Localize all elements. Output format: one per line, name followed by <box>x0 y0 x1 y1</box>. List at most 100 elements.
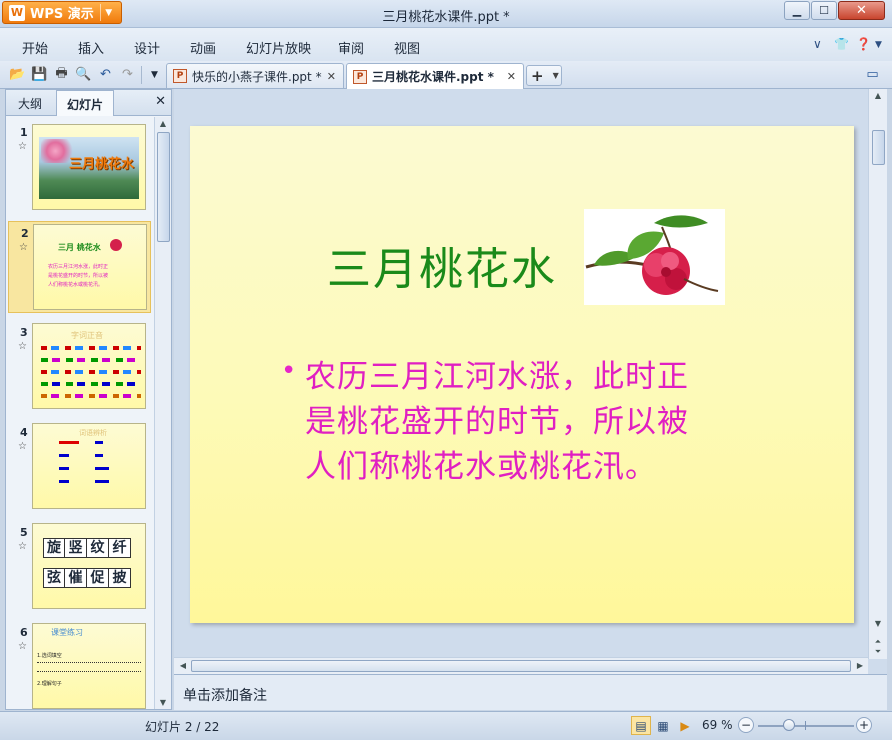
open-folder-icon[interactable]: 📂 <box>9 66 26 83</box>
scroll-up-icon[interactable]: ▲ <box>155 119 171 128</box>
slide-thumbnail-list: 1 ☆ 三月桃花水 2 ☆ 三月 桃花水 农历三月江河水涨，此时正 是桃花盛开的… <box>6 117 153 709</box>
normal-view-icon[interactable]: ▤ <box>631 716 651 735</box>
slide-title: 三月 桃花水 <box>58 243 101 252</box>
editor-vertical-scrollbar[interactable]: ▲ ▼ ⏶ ⏷ <box>868 89 887 659</box>
slide-sorter-view-icon[interactable]: ▦ <box>653 716 673 735</box>
slide-thumbnail-5[interactable]: 5 ☆ 旋 竖 纹 纤 弦 催 促 披 <box>8 521 151 613</box>
char-cell: 竖 <box>65 538 87 558</box>
peach-blossom-image[interactable] <box>584 209 725 305</box>
menu-insert[interactable]: 插入 <box>78 38 104 57</box>
slide-text-line: 是桃花盛开的时节，所以被 <box>48 273 109 279</box>
doc-tab-active[interactable]: P 三月桃花水课件.ppt * ✕ <box>346 63 524 89</box>
slide-preview: 词语辨析 <box>32 423 146 509</box>
scrollbar-thumb[interactable] <box>872 130 885 165</box>
ppt-file-icon: P <box>353 69 367 84</box>
menu-animation[interactable]: 动画 <box>190 38 216 57</box>
exercise-row <box>37 662 141 665</box>
close-panel-icon[interactable]: ✕ <box>155 94 166 109</box>
undo-icon[interactable]: ↶ <box>97 66 114 83</box>
word-row <box>41 346 141 350</box>
title-bar: W WPS 演示 ▼ 三月桃花水课件.ppt * ▁ ☐ ✕ <box>0 0 892 28</box>
menu-view[interactable]: 视图 <box>394 38 420 57</box>
plus-icon: + <box>531 66 544 85</box>
minimize-icon: ▁ <box>792 4 802 17</box>
zoom-out-icon[interactable]: − <box>738 717 754 733</box>
slide-preview: 字词正音 <box>32 323 146 409</box>
word-row <box>59 467 69 470</box>
skin-shirt-icon[interactable]: 👕 <box>834 37 849 51</box>
char-cell: 催 <box>65 568 87 588</box>
notes-placeholder: 单击添加备注 <box>183 688 267 704</box>
help-icon[interactable]: ❓ <box>856 37 871 51</box>
slide-number: 1 <box>20 126 28 139</box>
animation-star-icon: ☆ <box>19 242 28 253</box>
word-row <box>95 467 109 470</box>
scrollbar-thumb[interactable] <box>191 660 851 672</box>
slide-thumbnail-6[interactable]: 6 ☆ 课堂练习 1.选词填空 2.理解句子 <box>8 621 151 709</box>
scroll-down-icon[interactable]: ▼ <box>870 619 886 628</box>
collapse-ribbon-icon[interactable]: ∨ <box>813 37 822 51</box>
zoom-level: 69 % <box>702 718 733 732</box>
new-tab-button[interactable]: + ▼ <box>526 65 562 86</box>
print-icon[interactable]: 🖶 <box>53 66 70 83</box>
thumbnail-scrollbar[interactable]: ▲ ▼ <box>154 117 171 709</box>
slide-title: 三月桃花水 <box>69 157 135 172</box>
doc-tab-label: 三月桃花水课件.ppt * <box>372 70 494 84</box>
slide-thumbnail-2[interactable]: 2 ☆ 三月 桃花水 农历三月江河水涨，此时正 是桃花盛开的时节，所以被 人们称… <box>8 221 151 313</box>
animation-star-icon: ☆ <box>18 541 27 552</box>
bullet-text-line[interactable]: 农历三月江河水涨，此时正 <box>305 351 689 396</box>
menu-design[interactable]: 设计 <box>134 38 160 57</box>
customize-toolbar-icon[interactable]: ▼ <box>146 66 163 83</box>
bullet-text-line[interactable]: 是桃花盛开的时节，所以被 <box>305 396 689 441</box>
help-dropdown-icon[interactable]: ▼ <box>875 40 882 50</box>
scroll-up-icon[interactable]: ▲ <box>870 91 886 100</box>
slide-preview: 三月 桃花水 农历三月江河水涨，此时正 是桃花盛开的时节，所以被 人们称桃花水或… <box>33 224 147 310</box>
tab-list-icon[interactable]: ▭ <box>864 66 881 83</box>
dropdown-arrow-icon: ▼ <box>552 71 559 80</box>
doc-tab-inactive[interactable]: P 快乐的小燕子课件.ppt * ✕ <box>166 63 344 88</box>
previous-slide-icon[interactable]: ⏶ <box>870 637 886 647</box>
close-window-button[interactable]: ✕ <box>838 1 885 20</box>
scrollbar-thumb[interactable] <box>157 132 170 242</box>
close-tab-icon[interactable]: ✕ <box>327 70 336 83</box>
zoom-slider-handle[interactable] <box>783 719 795 731</box>
menu-review[interactable]: 审阅 <box>338 38 364 57</box>
char-cell: 旋 <box>43 538 65 558</box>
tab-outline[interactable]: 大纲 <box>18 95 42 112</box>
slide-number: 4 <box>20 426 28 439</box>
char-cell: 纤 <box>109 538 131 558</box>
editor-horizontal-scrollbar[interactable]: ◀ ▶ <box>174 657 868 674</box>
scroll-right-icon[interactable]: ▶ <box>852 661 868 670</box>
slide-thumbnail-4[interactable]: 4 ☆ 词语辨析 <box>8 421 151 513</box>
print-preview-icon[interactable]: 🔍 <box>75 66 92 83</box>
slide-text-line: 2.理解句子 <box>37 681 62 687</box>
current-slide[interactable]: 三月桃花水 • 农历三月江河水涨，此时正 是桃花盛开的时节，所以被 人们称桃花水… <box>190 126 854 623</box>
zoom-center-tick <box>805 721 806 730</box>
maximize-button[interactable]: ☐ <box>811 1 837 20</box>
doc-tab-label: 快乐的小燕子课件.ppt * <box>192 69 322 84</box>
slide-thumbnail-1[interactable]: 1 ☆ 三月桃花水 <box>8 121 151 213</box>
slide-number: 6 <box>20 626 28 639</box>
slideshow-view-icon[interactable]: ▶ <box>675 716 695 735</box>
char-grid-row: 弦 催 促 披 <box>43 568 131 588</box>
minimize-button[interactable]: ▁ <box>784 1 810 20</box>
slides-panel: 大纲 幻灯片 ✕ 1 ☆ 三月桃花水 2 ☆ 三月 桃花水 农历三月江河水涨，此… <box>5 89 172 710</box>
ppt-file-icon: P <box>173 69 187 83</box>
animation-star-icon: ☆ <box>18 441 27 452</box>
menu-slideshow[interactable]: 幻灯片放映 <box>246 38 311 57</box>
save-icon[interactable]: 💾 <box>31 66 48 83</box>
zoom-slider-track[interactable] <box>758 725 854 727</box>
slide-thumbnail-3[interactable]: 3 ☆ 字词正音 <box>8 321 151 413</box>
word-row <box>59 454 69 457</box>
tab-slides[interactable]: 幻灯片 <box>56 90 115 116</box>
redo-icon[interactable]: ↷ <box>119 66 136 83</box>
zoom-in-icon[interactable]: + <box>856 717 872 733</box>
slide-title[interactable]: 三月桃花水 <box>327 233 557 297</box>
scroll-down-icon[interactable]: ▼ <box>155 698 171 707</box>
bullet-text-line[interactable]: 人们称桃花水或桃花汛。 <box>305 441 657 486</box>
scroll-left-icon[interactable]: ◀ <box>175 661 191 670</box>
notes-pane[interactable]: 单击添加备注 <box>174 674 887 710</box>
next-slide-icon[interactable]: ⏷ <box>870 647 886 657</box>
menu-start[interactable]: 开始 <box>22 38 48 57</box>
close-tab-icon[interactable]: ✕ <box>507 70 516 83</box>
